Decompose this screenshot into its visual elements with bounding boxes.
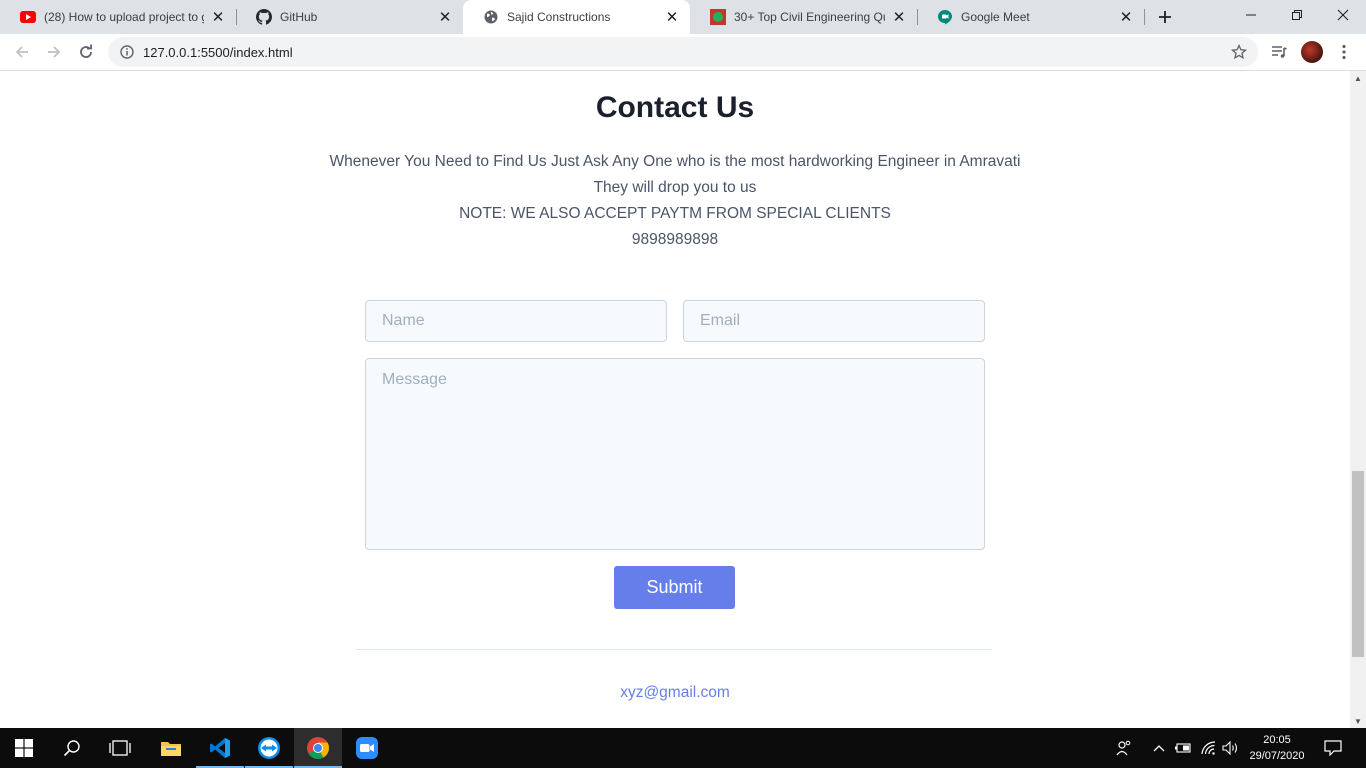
speaker-icon <box>1222 741 1238 755</box>
tab-youtube[interactable]: (28) How to upload project to github ✕ <box>0 0 236 34</box>
action-center-button[interactable] <box>1320 728 1346 768</box>
close-icon[interactable]: ✕ <box>664 9 680 26</box>
wifi-tray[interactable] <box>1198 728 1220 768</box>
file-explorer-icon <box>161 742 181 756</box>
reload-button[interactable] <box>72 38 100 66</box>
notification-icon <box>1324 740 1342 756</box>
close-icon[interactable]: ✕ <box>891 9 907 26</box>
clock-date: 29/07/2020 <box>1249 750 1305 762</box>
footer-divider <box>356 649 992 650</box>
close-icon[interactable]: ✕ <box>437 9 453 26</box>
people-button[interactable] <box>1112 728 1136 768</box>
chevron-up-icon <box>1153 745 1165 752</box>
taskbar-file-explorer[interactable] <box>147 728 195 768</box>
volume-tray[interactable] <box>1220 728 1242 768</box>
youtube-icon <box>20 9 36 25</box>
minimize-icon <box>1246 14 1256 16</box>
tab-sajid-constructions[interactable]: Sajid Constructions ✕ <box>463 0 690 34</box>
windows-start-icon <box>15 739 33 757</box>
tab-title: Sajid Constructions <box>507 10 611 24</box>
battery-tray[interactable] <box>1172 728 1194 768</box>
page-title: Contact Us <box>595 91 755 124</box>
close-window-button[interactable] <box>1320 0 1366 30</box>
forward-button[interactable] <box>40 38 68 66</box>
restore-icon <box>1292 10 1302 20</box>
vscode-icon <box>210 738 230 758</box>
description-line: They will drop you to us <box>593 179 757 196</box>
bookmark-star-icon[interactable] <box>1230 43 1248 61</box>
taskbar-search-button[interactable] <box>48 728 96 768</box>
avatar <box>1301 41 1323 63</box>
playlist-icon <box>1272 46 1287 58</box>
tab-civil-quotes[interactable]: 30+ Top Civil Engineering Quotes ✕ <box>690 0 917 34</box>
taskbar-teamviewer[interactable] <box>245 728 293 768</box>
tab-google-meet[interactable]: Google Meet ✕ <box>917 0 1144 34</box>
plus-icon <box>1159 11 1171 23</box>
globe-icon <box>483 9 499 25</box>
tab-github[interactable]: GitHub ✕ <box>236 0 463 34</box>
close-icon[interactable]: ✕ <box>210 9 226 26</box>
scrollbar-thumb[interactable] <box>1352 471 1364 657</box>
taskbar-zoom[interactable] <box>343 728 391 768</box>
phone-number: 9898989898 <box>631 231 719 248</box>
tab-strip: (28) How to upload project to github ✕ G… <box>0 0 1366 34</box>
tab-title: Google Meet <box>961 10 1030 24</box>
tab-title: GitHub <box>280 10 318 24</box>
footer-email-link[interactable]: xyz@gmail.com <box>0 684 1350 702</box>
restore-button[interactable] <box>1274 0 1320 30</box>
minimize-button[interactable] <box>1228 0 1274 30</box>
description-line: Whenever You Need to Find Us Just Ask An… <box>329 153 1021 170</box>
github-icon <box>256 9 272 25</box>
email-input[interactable] <box>683 300 985 342</box>
zoom-icon <box>356 737 378 759</box>
chrome-icon <box>307 737 329 759</box>
contact-description: Whenever You Need to Find Us Just Ask An… <box>0 149 1350 253</box>
task-view-button[interactable] <box>96 728 144 768</box>
url-text: 127.0.0.1:5500/index.html <box>143 44 293 60</box>
search-icon <box>63 740 80 757</box>
people-icon <box>1116 740 1131 756</box>
system-clock[interactable]: 20:05 29/07/2020 <box>1240 732 1314 764</box>
back-button[interactable] <box>8 38 36 66</box>
reload-icon <box>80 44 92 58</box>
google-meet-icon <box>937 9 953 25</box>
taskbar-chrome[interactable] <box>294 728 342 768</box>
tab-separator <box>1144 9 1145 25</box>
arrow-left-icon <box>15 46 28 58</box>
message-textarea[interactable] <box>365 358 985 550</box>
windows-taskbar: 20:05 29/07/2020 <box>0 728 1366 768</box>
tab-title: (28) How to upload project to github <box>44 10 204 24</box>
arrow-right-icon <box>48 46 61 58</box>
wifi-icon <box>1201 741 1216 755</box>
page-viewport: Contact Us Whenever You Need to Find Us … <box>0 71 1350 728</box>
scroll-down-icon[interactable]: ▼ <box>1350 714 1366 728</box>
tab-title: 30+ Top Civil Engineering Quotes <box>734 10 885 24</box>
page-scrollbar[interactable]: ▲ ▼ <box>1350 71 1366 728</box>
taskbar-vscode[interactable] <box>196 728 244 768</box>
new-tab-button[interactable] <box>1153 5 1177 29</box>
show-hidden-icons-button[interactable] <box>1149 728 1169 768</box>
info-icon[interactable] <box>119 44 135 60</box>
close-icon[interactable]: ✕ <box>1118 9 1134 26</box>
address-bar[interactable]: 127.0.0.1:5500/index.html <box>108 37 1258 67</box>
menu-button[interactable] <box>1330 38 1358 66</box>
close-window-icon <box>1337 9 1349 21</box>
screen: (28) How to upload project to github ✕ G… <box>0 0 1366 768</box>
profile-button[interactable] <box>1298 38 1326 66</box>
clock-time: 20:05 <box>1263 734 1291 746</box>
teamviewer-icon <box>258 737 280 759</box>
media-controls-button[interactable] <box>1265 38 1293 66</box>
submit-button[interactable]: Submit <box>614 566 735 609</box>
task-view-icon <box>109 740 131 756</box>
description-line: NOTE: WE ALSO ACCEPT PAYTM FROM SPECIAL … <box>459 205 891 222</box>
site-favicon-icon <box>710 9 726 25</box>
browser-toolbar: 127.0.0.1:5500/index.html <box>0 34 1366 71</box>
scroll-up-icon[interactable]: ▲ <box>1350 71 1366 85</box>
name-input[interactable] <box>365 300 667 342</box>
start-button[interactable] <box>0 728 48 768</box>
kebab-menu-icon <box>1342 44 1346 60</box>
battery-icon <box>1175 743 1191 753</box>
